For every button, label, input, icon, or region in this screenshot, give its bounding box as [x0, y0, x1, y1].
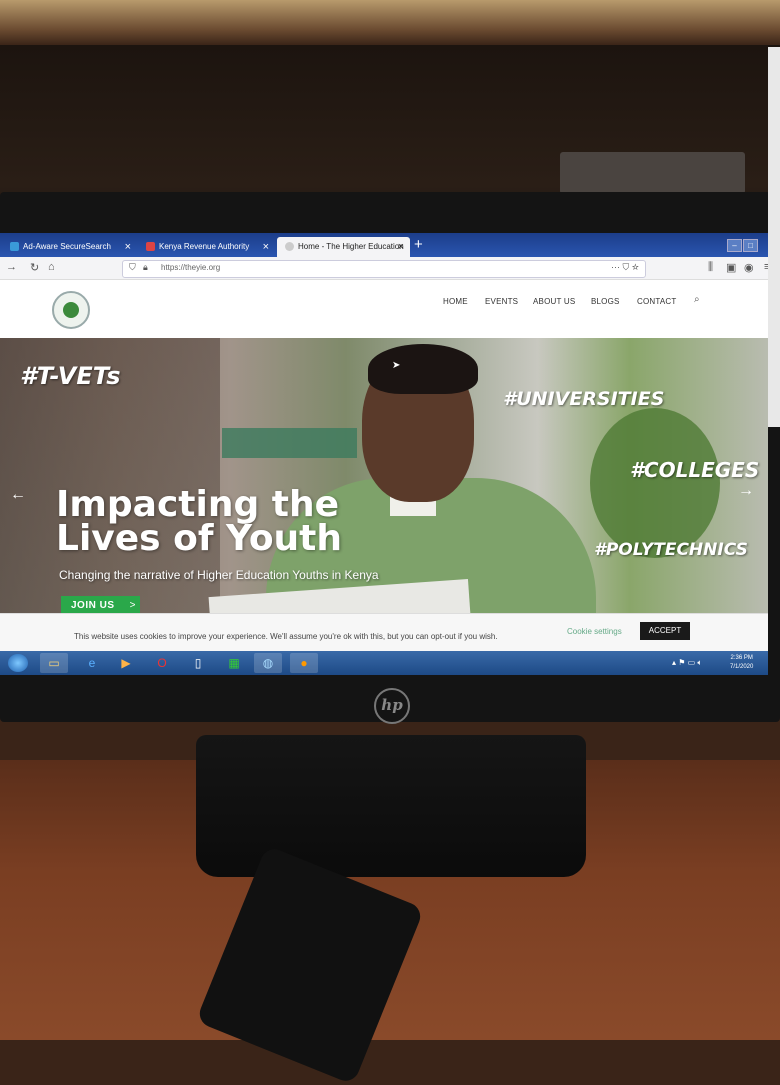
firefox-icon[interactable]: ●: [290, 653, 318, 673]
system-tray-icons[interactable]: ▴ ⚑ ▭ 🔈︎: [672, 658, 702, 668]
close-icon[interactable]: ×: [125, 237, 131, 257]
slider-next-arrow-icon[interactable]: →: [738, 482, 754, 500]
account-icon[interactable]: ◉: [744, 261, 754, 274]
media-player-icon[interactable]: ▶: [112, 653, 140, 673]
nav-home[interactable]: HOME: [443, 297, 468, 306]
hp-logo: hp: [374, 688, 410, 724]
forward-icon[interactable]: →: [6, 261, 17, 273]
sidebar-icon[interactable]: ▣: [726, 261, 736, 274]
shield-icon: [10, 242, 19, 252]
hero-title-line1: Impacting the: [56, 484, 340, 525]
system-clock[interactable]: 2:36 PM 7/1/2020: [730, 654, 753, 672]
tab-label: Home - The Higher Education: [298, 242, 404, 251]
kra-icon: [146, 242, 155, 252]
home-icon[interactable]: ⌂: [48, 261, 55, 273]
power-outlet: [560, 152, 745, 194]
browser-tab-bar: Ad-Aware SecureSearch × Kenya Revenue Au…: [0, 233, 768, 270]
network-icon[interactable]: ◍: [254, 653, 282, 673]
new-tab-button[interactable]: +: [414, 236, 423, 253]
spreadsheet-icon[interactable]: ▦: [220, 653, 248, 673]
tag-colleges: #COLLEGES: [630, 458, 760, 482]
tracking-shield-icon[interactable]: ⛉: [129, 262, 136, 273]
minimize-button[interactable]: –: [727, 239, 742, 252]
page-actions[interactable]: ··· ⛉ ☆: [611, 262, 639, 273]
slider-prev-arrow-icon[interactable]: ←: [10, 486, 26, 504]
reload-icon[interactable]: ↻: [30, 261, 39, 274]
nav-about-us[interactable]: ABOUT US: [533, 297, 575, 306]
clock-time: 2:36 PM: [730, 655, 753, 661]
monitor-screen: Ad-Aware SecureSearch × Kenya Revenue Au…: [0, 233, 768, 675]
address-bar[interactable]: ⛉ 🔒︎ https://theyie.org ··· ⛉ ☆: [122, 260, 646, 278]
close-icon[interactable]: ×: [263, 237, 269, 257]
site-header: HOME EVENTS ABOUT US BLOGS CONTACT ⌕: [0, 280, 768, 338]
opera-icon[interactable]: O: [148, 653, 176, 673]
hero-banner: #T-VETs #UNIVERSITIES #COLLEGES #POLYTEC…: [0, 338, 768, 628]
logo-emblem-icon: [63, 302, 79, 318]
tab-ad-aware[interactable]: Ad-Aware SecureSearch ×: [2, 237, 137, 257]
tab-higher-education[interactable]: Home - The Higher Education ×: [277, 237, 410, 257]
tab-label: Kenya Revenue Authority: [159, 242, 250, 251]
windows-taskbar: ▭ e ▶ O ▯ ▦ ◍ ● ▴ ⚑ ▭ 🔈︎ 2:36 PM 7/1/202…: [0, 651, 768, 675]
window-controls: –□×: [726, 235, 768, 270]
accept-cookies-button[interactable]: ACCEPT: [640, 622, 690, 640]
url-text: https://theyie.org: [161, 263, 221, 272]
file-explorer-icon[interactable]: ▭: [40, 653, 68, 673]
tag-polytechnics: #POLYTECHNICS: [594, 540, 748, 560]
maximize-button[interactable]: □: [743, 239, 758, 252]
mouse-cursor-icon: ➤: [392, 360, 401, 371]
hero-subtitle: Changing the narrative of Higher Educati…: [59, 568, 379, 582]
site-logo[interactable]: [52, 291, 90, 329]
page-scrollbar[interactable]: [768, 47, 780, 427]
tab-kra[interactable]: Kenya Revenue Authority ×: [138, 237, 275, 257]
tab-label: Ad-Aware SecureSearch: [23, 242, 111, 251]
close-icon[interactable]: ×: [398, 237, 404, 257]
cookie-banner: This website uses cookies to improve you…: [0, 613, 768, 652]
start-button[interactable]: [8, 654, 28, 672]
nav-blogs[interactable]: BLOGS: [591, 297, 620, 306]
cookie-message: This website uses cookies to improve you…: [74, 632, 498, 641]
page-actions-dots[interactable]: ···: [611, 262, 620, 272]
background-tree: [590, 408, 720, 558]
document-icon[interactable]: ▯: [184, 653, 212, 673]
clock-date: 7/1/2020: [730, 664, 754, 670]
wall-background: [0, 0, 780, 50]
hero-title-line2: Lives of Youth: [56, 518, 343, 559]
cookie-settings-link[interactable]: Cookie settings: [567, 627, 622, 636]
internet-explorer-icon[interactable]: e: [78, 653, 106, 673]
lock-icon[interactable]: 🔒︎: [143, 262, 148, 273]
background-awning: [222, 428, 357, 458]
student-hair: [368, 344, 478, 394]
tag-universities: #UNIVERSITIES: [503, 388, 665, 410]
monitor-stand: [196, 735, 586, 877]
tag-tvets: #T-VETs: [20, 362, 121, 390]
nav-contact[interactable]: CONTACT: [637, 297, 676, 306]
site-favicon-icon: [285, 242, 294, 252]
browser-nav-bar: → ↻ ⌂ ⛉ 🔒︎ https://theyie.org ··· ⛉ ☆ ⫼ …: [0, 257, 768, 280]
join-us-label: JOIN US: [71, 600, 115, 611]
nav-events[interactable]: EVENTS: [485, 297, 518, 306]
search-icon[interactable]: ⌕: [694, 294, 700, 305]
hero-title: Impacting the Lives of Youth: [56, 484, 343, 559]
library-icon[interactable]: ⫼: [708, 261, 713, 274]
